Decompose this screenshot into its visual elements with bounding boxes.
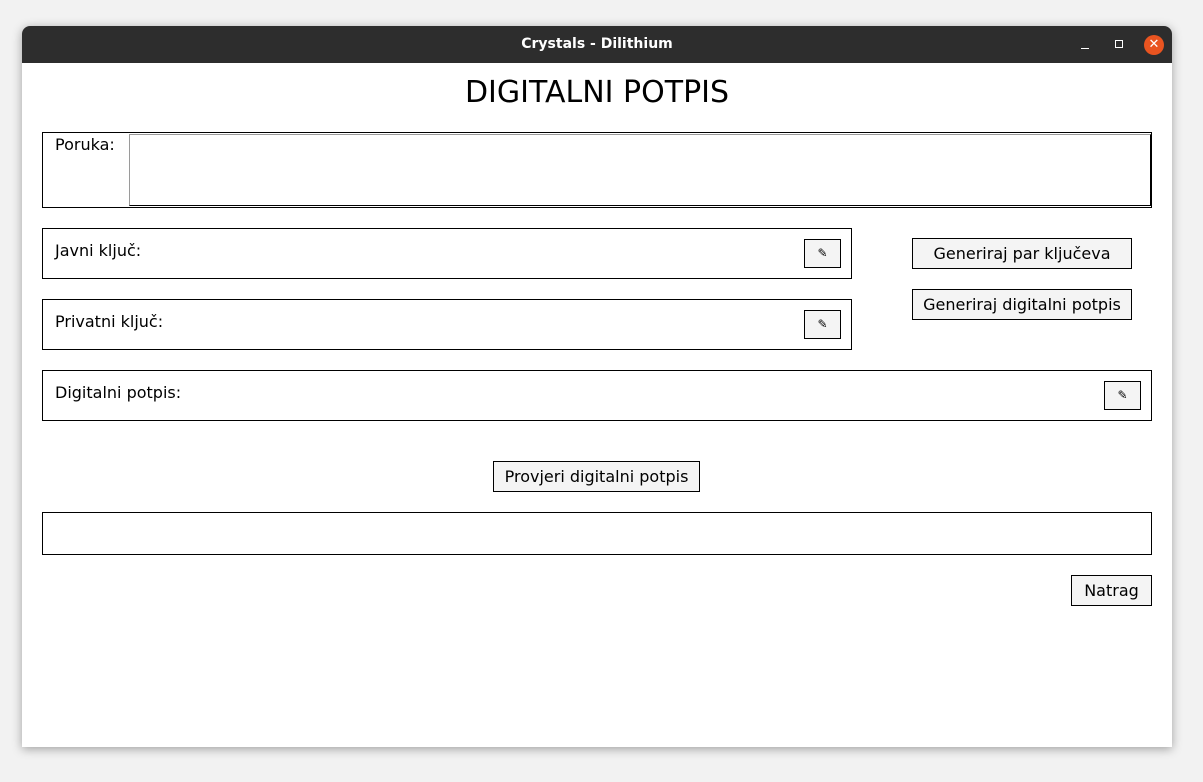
private-key-group: Privatni ključ: ✎ [42, 299, 852, 350]
minimize-button[interactable] [1071, 26, 1101, 63]
main-content: DIGITALNI POTPIS Poruka: Javni ključ: ✎ … [22, 63, 1172, 747]
generate-keypair-button[interactable]: Generiraj par ključeva [912, 238, 1132, 269]
signature-label: Digitalni potpis: [55, 383, 182, 402]
message-label: Poruka: [55, 135, 115, 154]
message-group: Poruka: [42, 132, 1152, 208]
signature-group: Digitalni potpis: ✎ [42, 370, 1152, 421]
public-key-label: Javni ključ: [55, 241, 142, 260]
public-key-edit-icon[interactable]: ✎ [804, 239, 841, 268]
window-title: Crystals - Dilithium [521, 36, 673, 52]
private-key-label: Privatni ključ: [55, 312, 164, 331]
app-window: Crystals - Dilithium ✕ DIGITALNI POTPIS … [22, 26, 1172, 747]
title-bar: Crystals - Dilithium ✕ [22, 26, 1172, 63]
result-output [42, 512, 1152, 555]
private-key-edit-icon[interactable]: ✎ [804, 310, 841, 339]
verify-signature-button[interactable]: Provjeri digitalni potpis [493, 461, 700, 492]
message-textarea[interactable] [129, 134, 1151, 206]
public-key-group: Javni ključ: ✎ [42, 228, 852, 279]
back-button[interactable]: Natrag [1071, 575, 1152, 606]
close-icon[interactable]: ✕ [1144, 35, 1164, 55]
signature-edit-icon[interactable]: ✎ [1104, 381, 1141, 410]
generate-signature-button[interactable]: Generiraj digitalni potpis [912, 289, 1132, 320]
page-title: DIGITALNI POTPIS [464, 75, 730, 110]
maximize-button[interactable] [1105, 26, 1135, 63]
